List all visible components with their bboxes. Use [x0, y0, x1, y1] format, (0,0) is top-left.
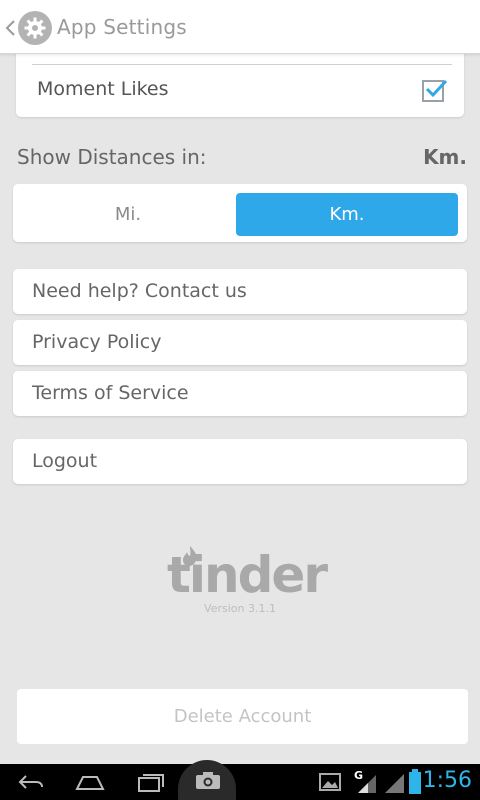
- logout-button[interactable]: Logout: [13, 439, 467, 484]
- unit-option-km[interactable]: Km.: [236, 193, 458, 236]
- screenshot-button[interactable]: [178, 760, 236, 800]
- contact-us-row[interactable]: Need help? Contact us: [13, 269, 467, 314]
- brand-logo: tinder Version 3.1.1: [167, 545, 328, 625]
- unit-option-mi[interactable]: Mi.: [17, 193, 239, 236]
- distance-units-value: Km.: [423, 145, 467, 169]
- signal-strength-icon: [358, 775, 376, 793]
- terms-of-service-row[interactable]: Terms of Service: [13, 371, 467, 416]
- divider: [32, 64, 452, 65]
- battery-icon: [409, 769, 421, 794]
- system-navigation-bar: G 1:56: [0, 760, 480, 800]
- recent-apps-icon[interactable]: [136, 771, 166, 793]
- notifications-card: Moment Likes: [16, 44, 464, 117]
- action-bar: App Settings: [0, 0, 480, 54]
- distance-unit-toggle: Mi. Km.: [13, 184, 467, 242]
- clock: 1:56: [422, 768, 472, 793]
- check-icon: [425, 79, 448, 98]
- moment-likes-label: Moment Likes: [37, 78, 169, 100]
- back-chevron-icon[interactable]: [4, 19, 16, 37]
- delete-account-button[interactable]: Delete Account: [17, 689, 468, 744]
- gallery-notification-icon: [319, 773, 341, 791]
- settings-gear-icon[interactable]: [18, 11, 52, 45]
- logo-wordmark: tinder: [167, 546, 328, 604]
- page-title: App Settings: [57, 15, 187, 39]
- signal-strength-icon-2: [385, 774, 404, 793]
- distance-units-label: Show Distances in:: [17, 145, 207, 169]
- camera-icon: [196, 772, 220, 789]
- moment-likes-checkbox[interactable]: [422, 79, 448, 102]
- app-version: Version 3.1.1: [204, 602, 276, 615]
- privacy-policy-row[interactable]: Privacy Policy: [13, 320, 467, 365]
- back-nav-icon[interactable]: [16, 771, 46, 793]
- home-nav-icon[interactable]: [74, 771, 106, 793]
